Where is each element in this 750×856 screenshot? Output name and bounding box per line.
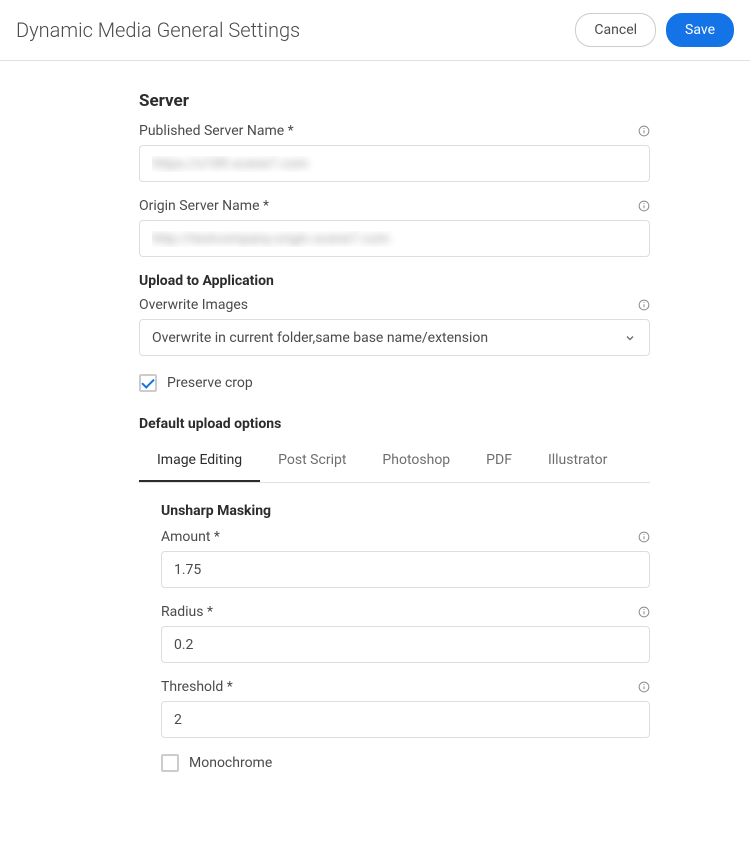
published-server-input[interactable]: [139, 145, 650, 182]
origin-server-input[interactable]: [139, 220, 650, 257]
upload-heading: Upload to Application: [139, 273, 650, 289]
overwrite-field: Overwrite Images Overwrite in current fo…: [139, 297, 650, 356]
threshold-field: Threshold *: [161, 679, 650, 738]
overwrite-select[interactable]: Overwrite in current folder,same base na…: [139, 319, 650, 356]
preserve-crop-label: Preserve crop: [167, 375, 253, 391]
content-panel: Server Published Server Name * Origin Se…: [0, 61, 750, 856]
tab-post-script[interactable]: Post Script: [260, 440, 364, 482]
form-wrap: Server Published Server Name * Origin Se…: [139, 91, 650, 772]
threshold-input[interactable]: [161, 701, 650, 738]
info-icon[interactable]: [638, 531, 650, 543]
amount-field: Amount *: [161, 529, 650, 588]
header-bar: Dynamic Media General Settings Cancel Sa…: [0, 0, 750, 61]
radius-label: Radius *: [161, 604, 213, 620]
page-title: Dynamic Media General Settings: [16, 18, 300, 42]
info-icon[interactable]: [638, 200, 650, 212]
origin-server-field: Origin Server Name *: [139, 198, 650, 257]
tab-image-editing[interactable]: Image Editing: [139, 440, 260, 482]
cancel-button[interactable]: Cancel: [575, 13, 656, 47]
header-actions: Cancel Save: [575, 13, 734, 47]
amount-input[interactable]: [161, 551, 650, 588]
monochrome-checkbox[interactable]: [161, 754, 179, 772]
info-icon[interactable]: [638, 299, 650, 311]
preserve-crop-checkbox[interactable]: [139, 374, 157, 392]
published-server-field: Published Server Name *: [139, 123, 650, 182]
preserve-crop-row: Preserve crop: [139, 374, 650, 392]
threshold-label: Threshold *: [161, 679, 233, 695]
unsharp-heading: Unsharp Masking: [161, 503, 650, 519]
server-heading: Server: [139, 91, 650, 111]
tab-illustrator[interactable]: Illustrator: [530, 440, 625, 482]
tab-pdf[interactable]: PDF: [468, 440, 530, 482]
info-icon[interactable]: [638, 606, 650, 618]
amount-label: Amount *: [161, 529, 220, 545]
published-server-label: Published Server Name *: [139, 123, 294, 139]
info-icon[interactable]: [638, 125, 650, 137]
info-icon[interactable]: [638, 681, 650, 693]
monochrome-label: Monochrome: [189, 755, 272, 771]
overwrite-label: Overwrite Images: [139, 297, 248, 313]
save-button[interactable]: Save: [666, 13, 734, 47]
default-upload-heading: Default upload options: [139, 416, 650, 432]
monochrome-row: Monochrome: [161, 754, 650, 772]
origin-server-label: Origin Server Name *: [139, 198, 269, 214]
tab-photoshop[interactable]: Photoshop: [364, 440, 468, 482]
radius-input[interactable]: [161, 626, 650, 663]
tabs: Image Editing Post Script Photoshop PDF …: [139, 440, 650, 483]
image-editing-panel: Unsharp Masking Amount * Radius * Thresh…: [139, 503, 650, 772]
radius-field: Radius *: [161, 604, 650, 663]
